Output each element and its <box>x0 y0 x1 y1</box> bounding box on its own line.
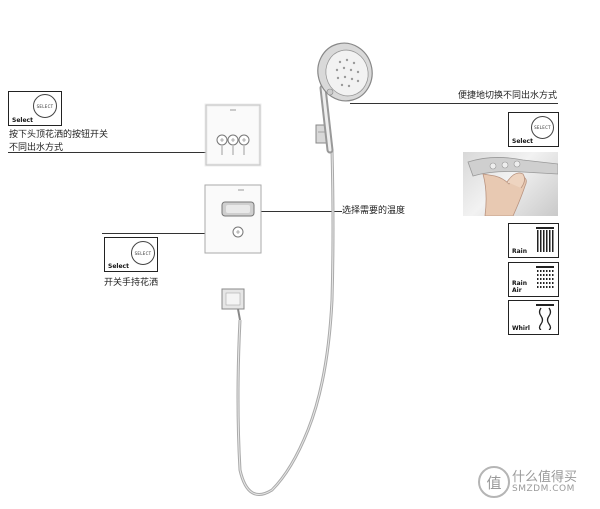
wall-outlet-connector <box>221 288 245 321</box>
thermostat-panel <box>204 184 262 254</box>
watermark-text-en: SMZDM.COM <box>512 484 575 494</box>
upper-control-panel <box>204 103 262 167</box>
watermark-logo-glyph: 值 <box>486 473 502 492</box>
watermark-text-cn: 什么值得买 <box>512 470 578 485</box>
watermark: 值 什么值得买 SMZDM.COM <box>478 464 598 504</box>
shower-system-illustration <box>204 42 373 496</box>
watermark-logo-icon: 值 <box>478 466 510 498</box>
